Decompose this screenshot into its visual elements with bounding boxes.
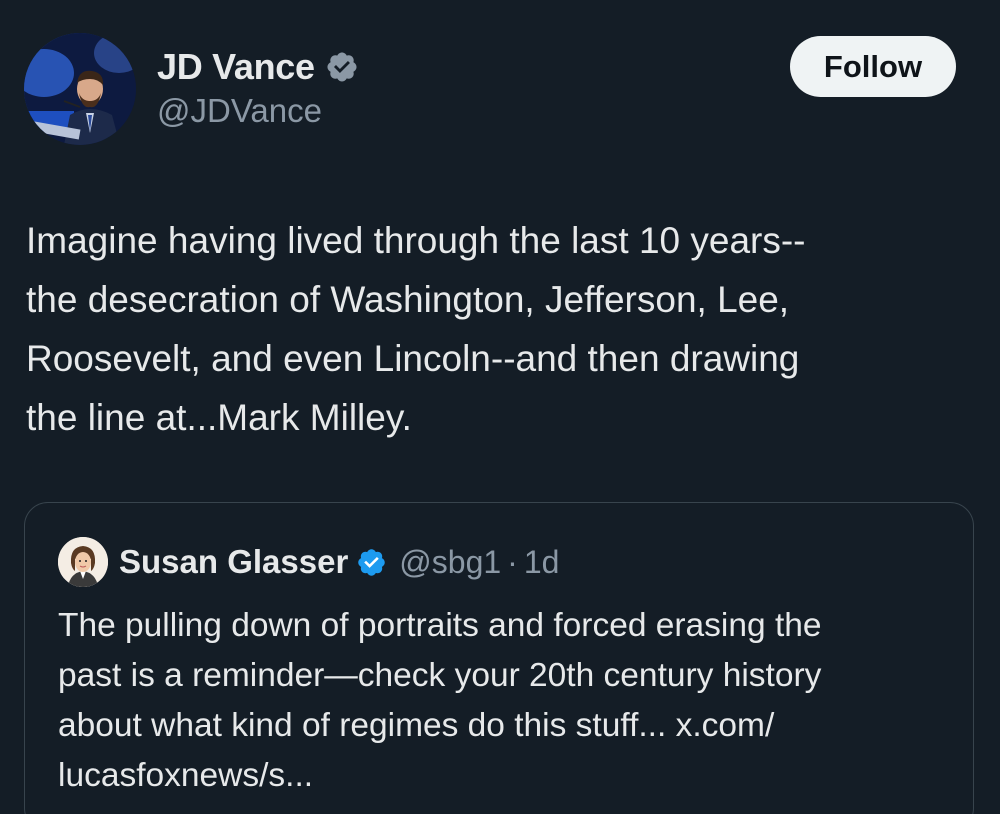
author-name-row: JD Vance [157, 44, 359, 90]
verified-badge-icon [358, 548, 386, 576]
author-avatar[interactable] [24, 33, 136, 145]
separator-dot: · [507, 543, 518, 580]
quoted-timestamp[interactable]: 1d [524, 544, 560, 581]
quoted-tweet-text: The pulling down of portraits and forced… [58, 607, 822, 794]
author-handle[interactable]: @JDVance [157, 92, 322, 130]
quoted-author-name[interactable]: Susan Glasser [119, 543, 348, 581]
quoted-avatar-image [58, 537, 108, 587]
tweet-text: Imagine having lived through the last 10… [26, 220, 806, 438]
quoted-tweet[interactable]: Susan Glasser @sbg1 · 1d The pulling dow… [24, 502, 974, 814]
verified-badge-icon [327, 52, 357, 82]
quoted-author-handle[interactable]: @sbg1 [399, 544, 501, 581]
quoted-author-avatar[interactable] [58, 537, 108, 587]
author-avatar-image [24, 33, 136, 145]
author-display-name[interactable]: JD Vance [157, 46, 315, 88]
quoted-header: Susan Glasser @sbg1 · 1d [119, 539, 559, 585]
tweet-card: JD Vance @JDVance Follow Imagine having … [0, 0, 1000, 814]
follow-button[interactable]: Follow [790, 36, 956, 97]
